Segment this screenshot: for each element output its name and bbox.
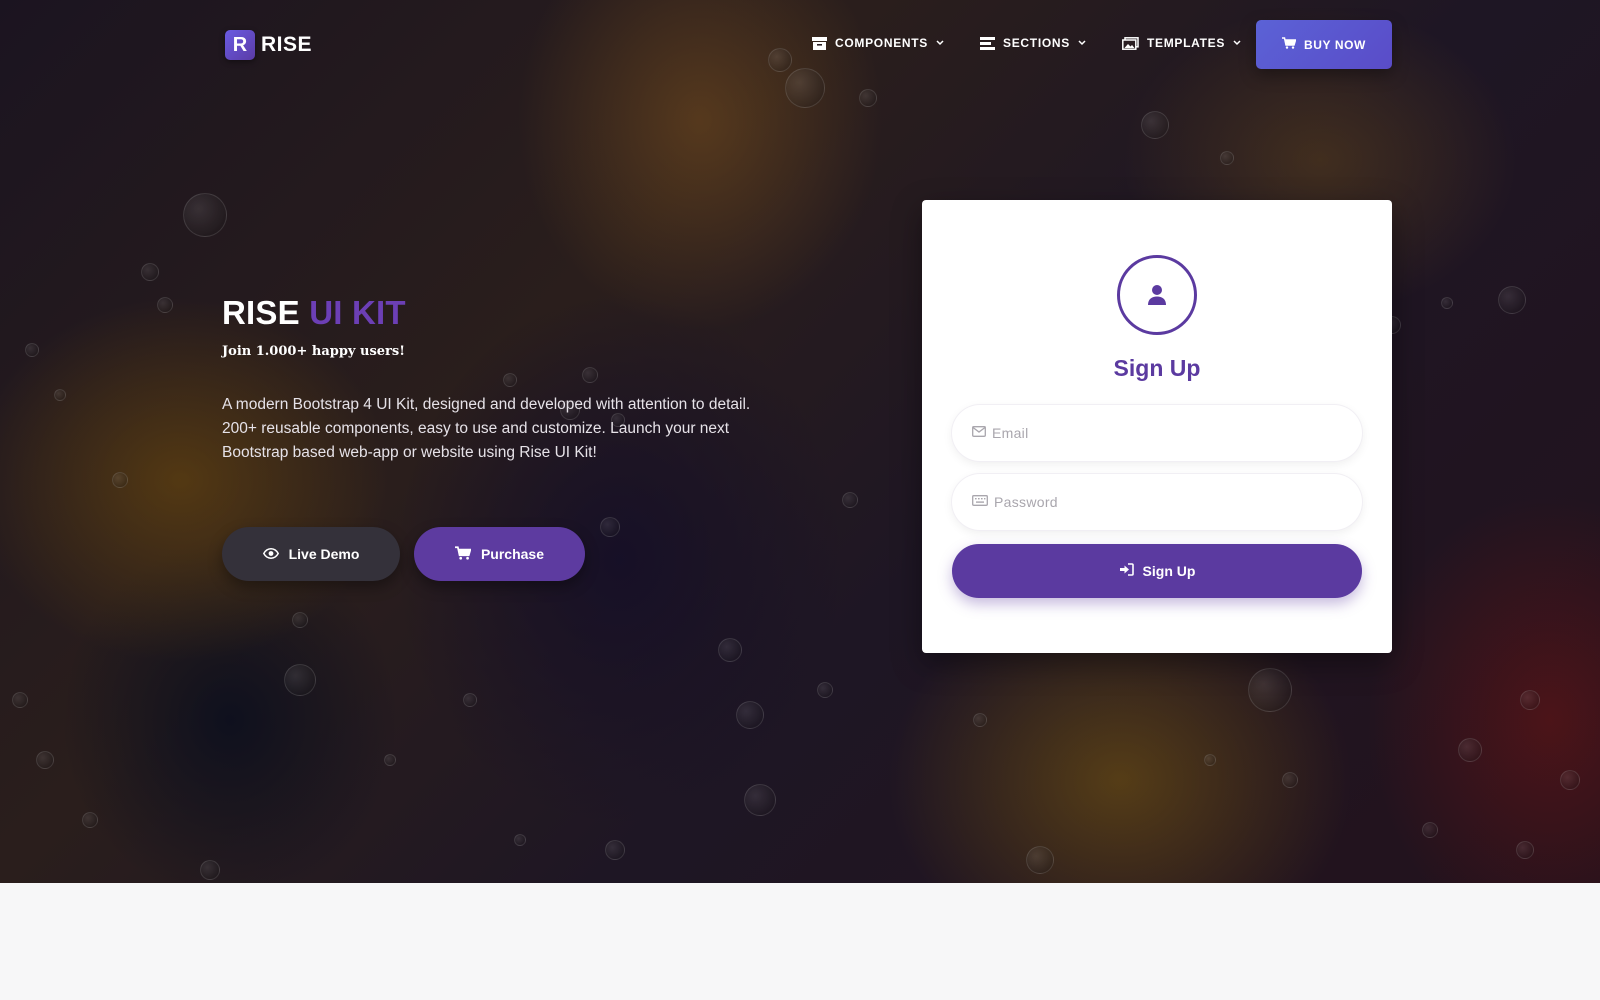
bubble-decoration: [36, 751, 54, 769]
hero-subtitle: Join 1.000+ happy users!: [222, 344, 405, 359]
chevron-down-icon: [1233, 40, 1241, 46]
sign-in-icon: [1119, 563, 1134, 579]
user-icon: [1117, 255, 1197, 335]
bubble-decoration: [600, 517, 620, 537]
signup-title: Sign Up: [1113, 355, 1201, 381]
cart-icon: [454, 545, 472, 563]
bubble-decoration: [1248, 668, 1292, 712]
signup-submit-label: Sign Up: [1142, 563, 1196, 579]
email-field[interactable]: [952, 405, 1362, 461]
purchase-button[interactable]: Purchase: [414, 527, 585, 581]
password-field[interactable]: [952, 474, 1362, 530]
bubble-decoration: [973, 713, 987, 727]
buy-now-button[interactable]: BUY NOW: [1256, 20, 1392, 69]
hero-title-accent: UI KIT: [309, 294, 406, 331]
purchase-label: Purchase: [480, 546, 545, 562]
hero-title-main: RISE: [222, 294, 300, 331]
bubble-decoration: [1441, 297, 1453, 309]
bubble-decoration: [1282, 772, 1298, 788]
bubble-decoration: [183, 193, 227, 237]
bubble-decoration: [718, 638, 742, 662]
hero-content: RISE UI KIT Join 1.000+ happy users! A m…: [222, 294, 802, 465]
signup-card: Sign Up Sign Up: [922, 200, 1392, 653]
bubble-decoration: [157, 297, 173, 313]
bubble-decoration: [1516, 841, 1534, 859]
bubble-decoration: [842, 492, 858, 508]
bubble-decoration: [605, 840, 625, 860]
bubble-decoration: [284, 664, 316, 696]
bubble-decoration: [54, 389, 66, 401]
bubble-decoration: [514, 834, 526, 846]
bubble-decoration: [1560, 770, 1580, 790]
bubble-decoration: [463, 693, 477, 707]
eye-icon: [262, 546, 279, 562]
archive-icon: [812, 36, 827, 50]
brand-logo[interactable]: R RISE: [225, 30, 312, 60]
bubble-decoration: [744, 784, 776, 816]
live-demo-label: Live Demo: [288, 546, 360, 562]
bubble-decoration: [1141, 111, 1169, 139]
bubble-decoration: [25, 343, 39, 357]
bubble-decoration: [112, 472, 128, 488]
bubble-decoration: [141, 263, 159, 281]
live-demo-button[interactable]: Live Demo: [222, 527, 400, 581]
page-bottom-area: [0, 883, 1600, 1000]
bubble-decoration: [1204, 754, 1216, 766]
email-input[interactable]: [992, 425, 1362, 441]
hero-section: R RISE COMPONENTS SECTIONS TEMPLATES BUY…: [0, 0, 1600, 883]
nav-links: COMPONENTS SECTIONS TEMPLATES: [812, 36, 1241, 50]
nav-item-label: SECTIONS: [1003, 36, 1070, 50]
bubble-decoration: [1220, 151, 1234, 165]
password-input[interactable]: [994, 494, 1362, 510]
nav-item-label: COMPONENTS: [835, 36, 929, 50]
bubble-decoration: [1026, 846, 1054, 874]
bubble-decoration: [292, 612, 308, 628]
navbar: R RISE COMPONENTS SECTIONS TEMPLATES BUY…: [0, 0, 1600, 90]
nav-item-templates[interactable]: TEMPLATES: [1122, 36, 1241, 50]
bubble-decoration: [384, 754, 396, 766]
bubble-decoration: [817, 682, 833, 698]
chevron-down-icon: [1078, 40, 1086, 46]
bubble-decoration: [1520, 690, 1540, 710]
signup-submit-button[interactable]: Sign Up: [952, 544, 1362, 598]
brand-name: RISE: [261, 33, 313, 56]
images-icon: [1122, 36, 1139, 50]
bubble-decoration: [200, 860, 220, 880]
nav-item-label: TEMPLATES: [1146, 36, 1226, 50]
bubble-decoration: [12, 692, 28, 708]
buy-now-label: BUY NOW: [1304, 37, 1366, 52]
hero-buttons: Live Demo Purchase: [222, 527, 585, 581]
brand-mark: R: [225, 30, 255, 60]
list-icon: [980, 36, 996, 50]
cart-icon: [1282, 37, 1297, 52]
bubble-decoration: [1458, 738, 1482, 762]
chevron-down-icon: [936, 40, 944, 46]
hero-title: RISE UI KIT: [222, 294, 802, 332]
bubble-decoration: [1498, 286, 1526, 314]
nav-item-sections[interactable]: SECTIONS: [980, 36, 1086, 50]
bubble-decoration: [1422, 822, 1438, 838]
envelope-icon: [972, 424, 986, 442]
nav-item-components[interactable]: COMPONENTS: [812, 36, 944, 50]
bubble-decoration: [736, 701, 764, 729]
hero-description: A modern Bootstrap 4 UI Kit, designed an…: [222, 396, 751, 461]
bubble-decoration: [859, 89, 877, 107]
keyboard-icon: [972, 493, 988, 511]
bubble-decoration: [82, 812, 98, 828]
